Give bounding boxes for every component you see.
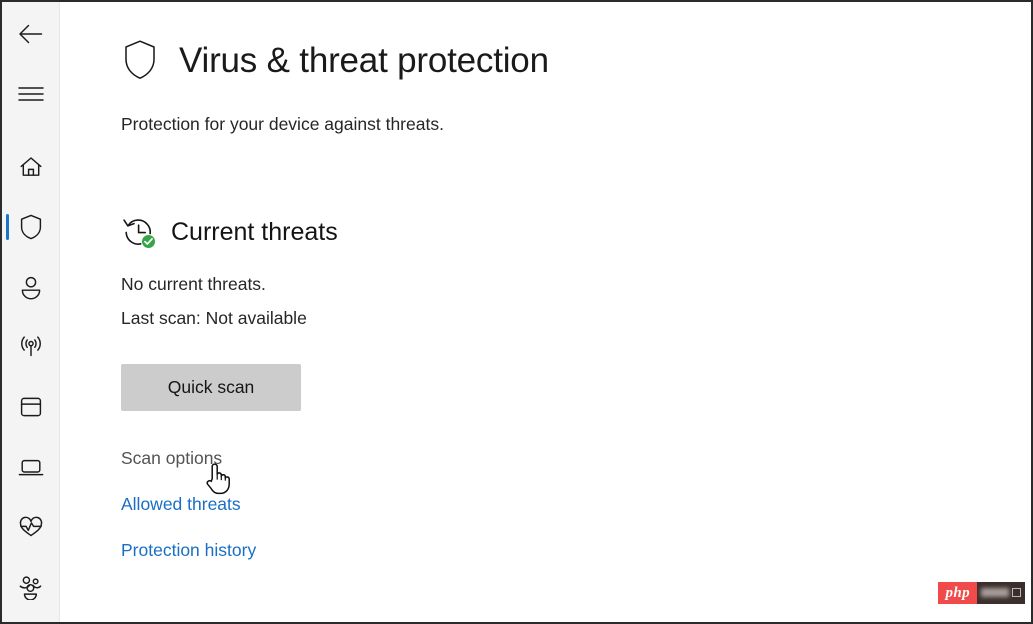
- current-threats-heading: Current threats: [121, 215, 338, 249]
- page-subtitle: Protection for your device against threa…: [121, 114, 444, 134]
- sidebar-item-home[interactable]: [2, 143, 60, 191]
- scan-options-link[interactable]: Scan options: [121, 448, 222, 469]
- navigation-rail: [2, 2, 60, 622]
- last-scan-text: Last scan: Not available: [121, 308, 307, 328]
- watermark: php: [938, 582, 1025, 604]
- sidebar-item-device-security[interactable]: [2, 443, 60, 491]
- history-clock-icon: [121, 215, 156, 249]
- watermark-blurred-text: [977, 582, 1025, 604]
- green-check-badge: [141, 234, 156, 249]
- hamburger-menu-button[interactable]: [2, 70, 60, 118]
- watermark-php-label: php: [938, 582, 977, 604]
- content-pane: Virus & threat protection Protection for…: [60, 2, 1031, 622]
- windows-security-window: Virus & threat protection Protection for…: [0, 0, 1033, 624]
- sidebar-item-app-browser-control[interactable]: [2, 383, 60, 431]
- sidebar-item-device-performance-health[interactable]: [2, 503, 60, 551]
- back-button[interactable]: [2, 10, 60, 58]
- shield-icon: [121, 38, 159, 82]
- threat-status-text: No current threats.: [121, 274, 266, 294]
- protection-history-link[interactable]: Protection history: [121, 540, 256, 561]
- page-header: Virus & threat protection: [121, 38, 549, 82]
- page-title: Virus & threat protection: [179, 40, 549, 80]
- allowed-threats-link[interactable]: Allowed threats: [121, 494, 241, 515]
- sidebar-item-family-options[interactable]: [2, 563, 60, 611]
- sidebar-item-virus-threat-protection[interactable]: [2, 203, 60, 251]
- sidebar-item-account-protection[interactable]: [2, 263, 60, 311]
- quick-scan-button[interactable]: Quick scan: [121, 364, 301, 411]
- section-title: Current threats: [171, 217, 338, 246]
- sidebar-item-firewall-network-protection[interactable]: [2, 323, 60, 371]
